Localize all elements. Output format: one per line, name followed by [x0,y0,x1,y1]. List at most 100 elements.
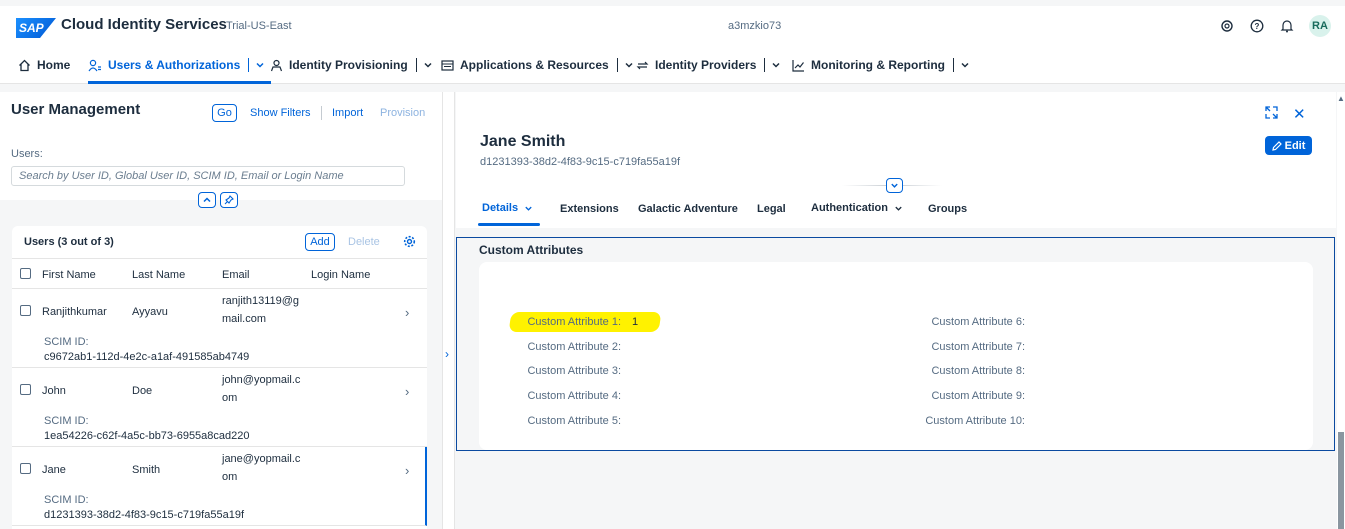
attribute-label: Custom Attribute 10: [925,415,1025,427]
chevron-down-icon [891,183,898,188]
column-email[interactable]: Email [222,269,250,281]
app-title[interactable]: Cloud Identity Services [61,16,227,33]
nav-monitoring-reporting-label: Monitoring & Reporting [811,58,945,72]
row-checkbox[interactable] [20,463,31,474]
search-input[interactable]: Search by User ID, Global User ID, SCIM … [11,166,405,186]
chevron-right-icon[interactable]: › [405,463,409,478]
scim-id-value: c9672ab1-112d-4e2c-a1af-491585ab4749 [44,351,250,363]
nav-home-label: Home [37,58,71,72]
gear-icon[interactable] [403,235,416,251]
chevron-down-icon[interactable] [960,60,970,70]
edit-button[interactable]: Edit [1265,136,1312,155]
column-first-name[interactable]: First Name [42,269,96,281]
table-row-selected[interactable]: Jane Smith jane@yopmail.com › SCIM ID: d… [12,447,427,526]
avatar[interactable]: RA [1309,15,1331,37]
divider [321,106,322,120]
email-cell: ranjith13119@gmail.com [222,295,300,325]
fullscreen-icon[interactable] [1265,106,1278,122]
chevron-down-icon[interactable] [771,60,781,70]
home-icon [19,59,30,71]
scim-id-label: SCIM ID: [44,494,89,506]
scim-id-label: SCIM ID: [44,415,89,427]
app-subtitle: Trial-US-East [226,20,292,32]
tab-groups[interactable]: Groups [928,203,967,215]
page-title: User Management [11,101,141,118]
close-icon[interactable]: ✕ [1293,105,1306,123]
sync-icon [636,61,649,69]
row-checkbox[interactable] [20,305,31,316]
table-row[interactable]: Ranjithkumar Ayyavu ranjith13119@gmail.c… [12,289,427,368]
chevron-down-icon[interactable] [255,60,265,70]
first-name-cell: Jane [42,464,66,476]
top-navigation: Home Users & Authorizations Identity Pro… [0,46,1345,84]
expand-arrow-icon[interactable]: › [445,347,449,361]
provision-button[interactable]: Provision [380,107,425,119]
chevron-down-icon[interactable] [423,60,433,70]
user-name-title: Jane Smith [480,133,566,150]
column-last-name[interactable]: Last Name [132,269,185,281]
chevron-down-icon [525,206,532,211]
nav-applications-resources[interactable]: Applications & Resources [441,46,640,84]
tab-authentication[interactable]: Authentication [811,202,903,214]
email-cell: jane@yopmail.com [222,453,301,483]
notification-bell-icon[interactable] [1279,18,1295,34]
edit-button-label: Edit [1284,139,1306,152]
pin-header-button[interactable] [220,192,238,208]
add-user-button[interactable]: Add [305,233,335,251]
collapse-header-button[interactable] [198,192,216,208]
provisioning-icon [270,59,283,71]
user-settings-icon [88,59,101,71]
import-button[interactable]: Import [332,107,363,119]
support-icon[interactable] [1219,18,1235,34]
layout-splitter[interactable]: › [442,92,455,529]
chevron-right-icon[interactable]: › [405,384,409,399]
object-header: ✕ Jane Smith d1231393-38d2-4f83-9c15-c71… [456,92,1336,228]
last-name-cell: Ayyavu [132,306,168,318]
nav-users-authorizations[interactable]: Users & Authorizations [88,46,272,84]
chart-icon [792,59,804,72]
first-name-cell: John [42,385,66,397]
tab-legal[interactable]: Legal [757,203,786,215]
attribute-value: 1 [632,316,639,328]
row-checkbox[interactable] [20,384,31,395]
show-filters-button[interactable]: Show Filters [250,107,311,119]
nav-home[interactable]: Home [18,46,70,84]
nav-monitoring-reporting[interactable]: Monitoring & Reporting [792,46,976,84]
column-login-name[interactable]: Login Name [311,269,370,281]
scrollbar-thumb[interactable] [1338,432,1344,529]
attribute-label: Custom Attribute 9: [931,390,1025,402]
sap-logo[interactable]: SAP [16,18,56,38]
table-row[interactable]: John Doe john@yopmail.com › SCIM ID: 1ea… [12,368,427,447]
go-button[interactable]: Go [212,104,237,122]
detail-tabs: Details Extensions Galactic Adventure Le… [456,192,1336,228]
shell-bar: SAP Cloud Identity Services Trial-US-Eas… [0,6,1345,46]
custom-attributes-section: Custom Attributes Custom Attribute 1: 1 … [456,237,1335,451]
svg-text:?: ? [1255,22,1260,31]
tab-extensions[interactable]: Extensions [560,203,619,215]
attribute-label: Custom Attribute 5: [527,415,621,427]
nav-identity-providers-label: Identity Providers [655,58,757,72]
active-tab-indicator [478,223,540,226]
pin-icon [224,195,234,205]
user-id: d1231393-38d2-4f83-9c15-c719fa55a19f [480,156,680,168]
nav-identity-providers[interactable]: Identity Providers [636,46,787,84]
attribute-label: Custom Attribute 1: [527,316,621,328]
email-cell: john@yopmail.com [222,374,301,404]
chevron-up-icon [203,197,211,203]
tab-galactic-adventure[interactable]: Galactic Adventure [638,203,738,215]
chevron-down-icon[interactable] [624,60,634,70]
select-all-checkbox[interactable] [20,268,31,279]
chevron-right-icon[interactable]: › [405,305,409,320]
vertical-scrollbar[interactable]: ▲ [1337,92,1345,529]
help-icon[interactable]: ? [1249,18,1265,34]
attribute-label: Custom Attribute 4: [527,390,621,402]
users-filter-label: Users: [11,148,43,160]
delete-user-button[interactable]: Delete [348,236,380,248]
scroll-up-arrow-icon[interactable]: ▲ [1337,94,1345,103]
nav-identity-provisioning[interactable]: Identity Provisioning [270,46,439,84]
chevron-down-icon [895,206,902,211]
tab-details[interactable]: Details [482,202,533,214]
user-detail-panel: ✕ Jane Smith d1231393-38d2-4f83-9c15-c71… [456,92,1345,529]
expand-header-button[interactable] [886,178,903,193]
last-name-cell: Doe [132,385,153,397]
